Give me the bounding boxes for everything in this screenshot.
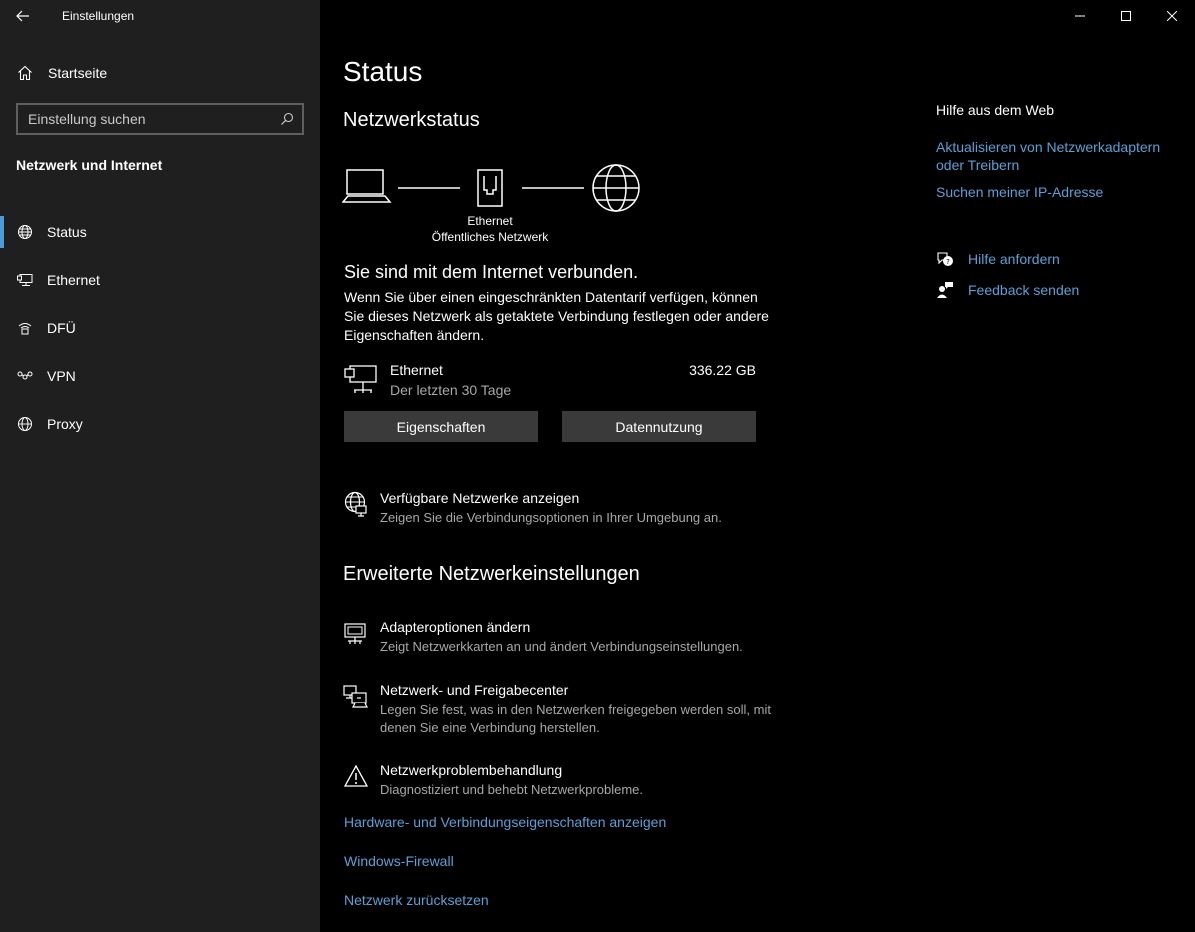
dialup-icon	[16, 319, 34, 337]
globe-status-icon	[16, 223, 34, 241]
troubleshoot-title: Netzwerkproblembehandlung	[380, 762, 563, 778]
feedback-link[interactable]: Feedback senden	[936, 281, 1079, 299]
diagram-adapter-label: Ethernet	[467, 214, 513, 228]
chat-help-icon: ?	[936, 250, 954, 268]
windows-firewall-link[interactable]: Windows-Firewall	[344, 853, 454, 869]
adapter-options-subtitle: Zeigt Netzwerkkarten an und ändert Verbi…	[380, 639, 743, 654]
sidebar-item-label: Ethernet	[47, 272, 100, 288]
network-diagram: Ethernet Öffentliches Netzwerk	[342, 162, 652, 252]
app-title: Einstellungen	[62, 9, 135, 23]
internet-globe-icon	[592, 164, 640, 212]
vpn-icon	[16, 367, 34, 385]
available-networks-subtitle: Zeigen Sie die Verbindungsoptionen in Ih…	[380, 510, 722, 525]
data-usage-button[interactable]: Datennutzung	[562, 411, 756, 442]
network-status-heading: Netzwerkstatus	[343, 109, 480, 131]
adapter-options-title: Adapteroptionen ändern	[380, 619, 531, 635]
warning-icon	[342, 762, 370, 790]
available-networks-title: Verfügbare Netzwerke anzeigen	[380, 490, 580, 506]
laptop-icon	[342, 169, 392, 203]
ethernet-port-icon	[477, 169, 503, 207]
connection-status: Sie sind mit dem Internet verbunden.	[344, 262, 639, 282]
connection-description: Wenn Sie über einen eingeschränkten Date…	[344, 289, 769, 343]
adapter-usage-value: 336.22 GB	[689, 362, 756, 378]
page-title: Status	[343, 56, 423, 87]
network-adapter-icon	[342, 619, 370, 647]
sidebar-item-label: Status	[47, 224, 87, 240]
help-link-update-drivers[interactable]: Aktualisieren von Netzwerkadaptern oder …	[936, 138, 1176, 174]
diagram-network-type: Öffentliches Netzwerk	[431, 230, 549, 244]
title-bar: Einstellungen	[0, 0, 134, 32]
sidebar-item-label: Proxy	[47, 416, 83, 432]
sidebar-nav: Status Ethernet DFÜ VPN Proxy	[0, 208, 320, 448]
sidebar-item-dialup[interactable]: DFÜ	[0, 304, 320, 352]
sidebar-item-status[interactable]: Status	[0, 208, 320, 256]
globe-icon	[16, 415, 34, 433]
adapter-name: Ethernet	[390, 362, 443, 378]
section-title: Netzwerk und Internet	[16, 157, 163, 173]
globe-network-icon	[342, 490, 370, 518]
network-reset-link[interactable]: Netzwerk zurücksetzen	[344, 892, 489, 908]
search-input[interactable]	[18, 111, 272, 127]
troubleshoot-subtitle: Diagnostiziert und behebt Netzwerkproble…	[380, 782, 644, 797]
sharing-center-subtitle: Legen Sie fest, was in den Netzwerken fr…	[380, 702, 771, 735]
feedback-icon	[936, 281, 954, 299]
back-arrow-icon	[16, 10, 29, 22]
get-help-label: Hilfe anfordern	[968, 251, 1060, 267]
sidebar-item-vpn[interactable]: VPN	[0, 352, 320, 400]
adapter-usage: Ethernet Der letzten 30 Tage 336.22 GB	[344, 360, 756, 400]
ethernet-adapter-icon	[344, 365, 377, 393]
sharing-center-title: Netzwerk- und Freigabecenter	[380, 682, 569, 698]
sidebar: Einstellungen Startseite Netzwerk und In…	[0, 0, 320, 932]
sidebar-item-proxy[interactable]: Proxy	[0, 400, 320, 448]
hardware-properties-link[interactable]: Hardware- und Verbindungseigenschaften a…	[344, 814, 666, 830]
sidebar-home-label: Startseite	[48, 65, 108, 81]
sidebar-home[interactable]: Startseite	[0, 56, 320, 90]
sidebar-item-label: VPN	[47, 368, 76, 384]
help-link-find-ip[interactable]: Suchen meiner IP-Adresse	[936, 183, 1176, 201]
svg-text:?: ?	[946, 258, 950, 266]
sharing-center-icon	[342, 682, 370, 710]
help-panel-title: Hilfe aus dem Web	[936, 102, 1055, 118]
get-help-link[interactable]: ? Hilfe anfordern	[936, 250, 1060, 268]
adapter-period: Der letzten 30 Tage	[390, 382, 512, 398]
sidebar-item-label: DFÜ	[47, 320, 76, 336]
search-icon[interactable]	[272, 105, 302, 133]
feedback-label: Feedback senden	[968, 282, 1080, 298]
advanced-settings-heading: Erweiterte Netzwerkeinstellungen	[343, 563, 640, 585]
search-box[interactable]	[16, 103, 304, 135]
sidebar-item-ethernet[interactable]: Ethernet	[0, 256, 320, 304]
properties-button[interactable]: Eigenschaften	[344, 411, 538, 442]
ethernet-icon	[16, 271, 34, 289]
back-button[interactable]	[0, 0, 46, 32]
home-icon	[16, 64, 34, 82]
